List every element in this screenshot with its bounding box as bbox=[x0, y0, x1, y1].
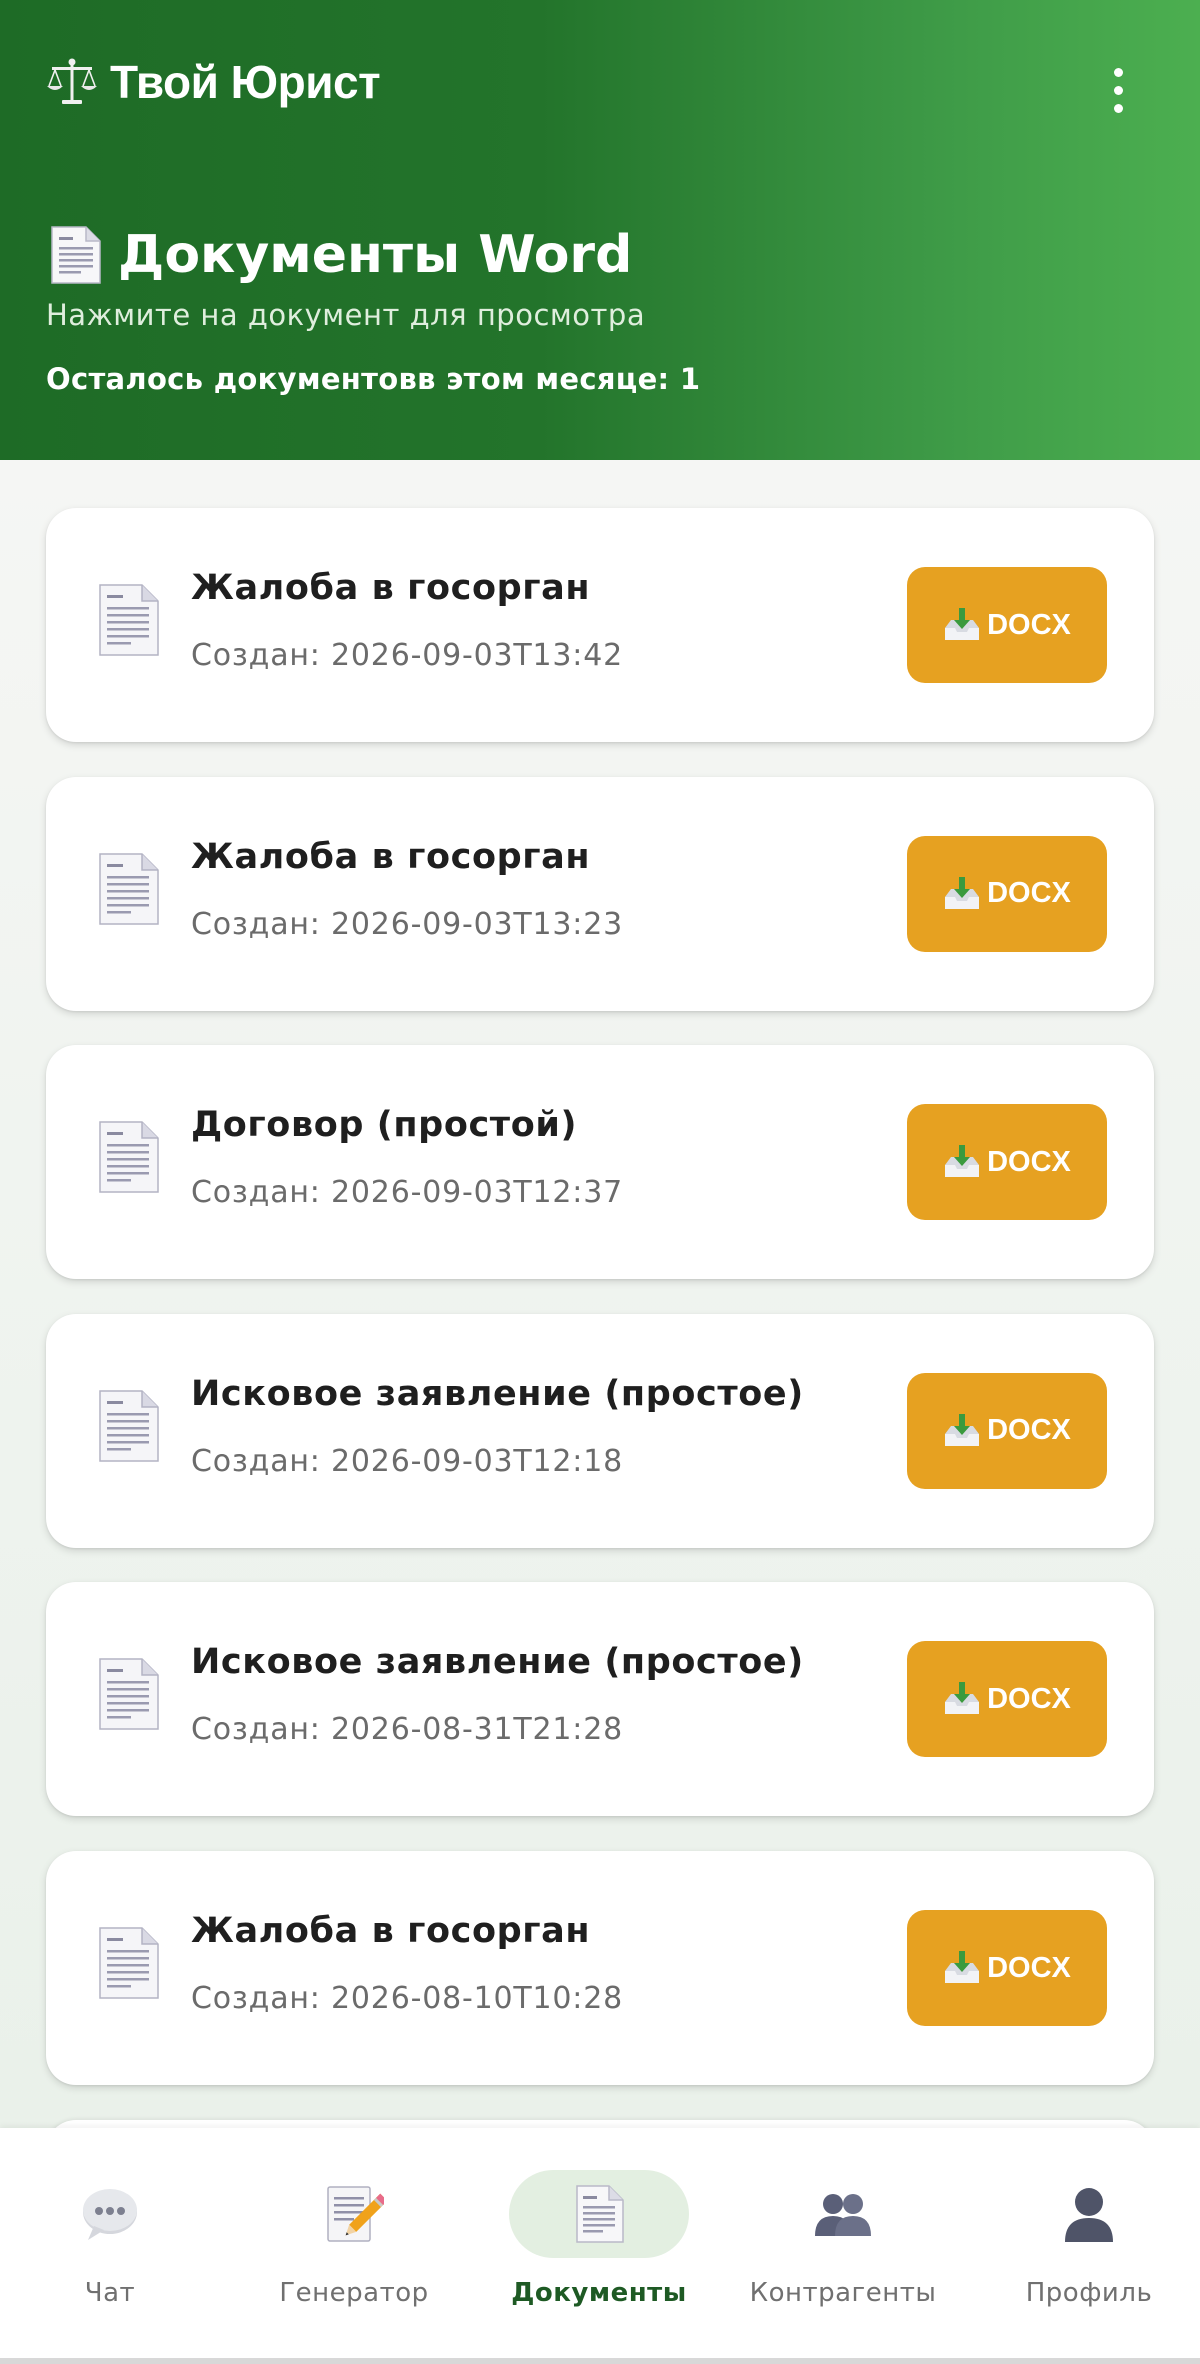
nav-item-generator[interactable]: Генератор bbox=[234, 2170, 474, 2330]
document-card[interactable]: Жалоба в госорган Создан: 2026-09-03T13:4… bbox=[46, 508, 1154, 742]
file-icon bbox=[96, 1657, 160, 1735]
chat-bubble-icon bbox=[20, 2170, 200, 2258]
file-icon bbox=[96, 583, 160, 661]
document-title: Жалоба в госорган bbox=[191, 1911, 591, 1951]
download-docx-label: DOCX bbox=[987, 877, 1071, 910]
download-docx-label: DOCX bbox=[987, 608, 1071, 641]
download-docx-button[interactable]: DOCX bbox=[907, 567, 1107, 683]
download-docx-label: DOCX bbox=[987, 1414, 1071, 1447]
memo-icon bbox=[264, 2170, 444, 2258]
download-docx-button[interactable]: DOCX bbox=[907, 1372, 1107, 1489]
nav-item-chat[interactable]: Чат bbox=[0, 2170, 230, 2330]
download-tray-icon bbox=[943, 876, 981, 911]
download-docx-label: DOCX bbox=[987, 1682, 1071, 1715]
bottom-edge bbox=[0, 2358, 1200, 2364]
scales-icon bbox=[46, 56, 98, 108]
app-title-text: Твой Юрист bbox=[110, 56, 381, 108]
header: Твой Юрист Документы Word Нажмите на док… bbox=[0, 0, 1200, 460]
document-card[interactable]: Жалоба в госорган Создан: 2026-08-10T10:2… bbox=[46, 1851, 1154, 2085]
download-docx-button[interactable]: DOCX bbox=[907, 1641, 1107, 1758]
download-docx-button[interactable]: DOCX bbox=[907, 1104, 1107, 1221]
quota-text: Осталось документовв этом месяце: 1 bbox=[46, 362, 701, 396]
page-title-text: Документы Word bbox=[118, 225, 633, 285]
file-icon bbox=[96, 852, 160, 930]
document-card[interactable]: Договор (простой) Создан: 2026-09-03T12:3… bbox=[46, 1045, 1154, 1280]
nav-label-generator: Генератор bbox=[279, 2278, 429, 2308]
file-icon bbox=[96, 1389, 160, 1467]
bottom-navigation: Чат Генератор Документы Контрагенты Проф… bbox=[0, 2128, 1200, 2364]
page-document-icon bbox=[46, 225, 104, 285]
document-title: Исковое заявление (простое) bbox=[191, 1642, 804, 1683]
nav-label-documents: Документы bbox=[511, 2278, 687, 2308]
page-title: Документы Word bbox=[46, 220, 632, 290]
people-icon bbox=[753, 2170, 933, 2258]
download-docx-label: DOCX bbox=[987, 1145, 1071, 1178]
file-icon bbox=[96, 1120, 160, 1198]
download-tray-icon bbox=[943, 608, 981, 642]
document-card[interactable]: Жалоба в госорган Создан: 2026-09-03T13:2… bbox=[46, 776, 1154, 1011]
document-date: Создан: 2026-09-03T13:23 bbox=[191, 906, 623, 942]
document-title: Исковое заявление (простое) bbox=[191, 1373, 804, 1414]
download-docx-button[interactable]: DOCX bbox=[907, 835, 1107, 952]
document-card[interactable]: Исковое заявление (простое) Создан: 2026-… bbox=[46, 1313, 1154, 1548]
download-tray-icon bbox=[943, 1413, 981, 1448]
document-date: Создан: 2026-09-03T12:18 bbox=[191, 1443, 623, 1479]
document-date: Создан: 2026-09-03T12:37 bbox=[191, 1175, 623, 1211]
download-tray-icon bbox=[943, 1951, 981, 1985]
nav-label-chat: Чат bbox=[84, 2278, 136, 2308]
more-menu-icon[interactable] bbox=[1100, 60, 1136, 120]
document-card[interactable]: Исковое заявление (простое) Создан: 2026-… bbox=[46, 1582, 1154, 1817]
nav-item-profile[interactable]: Профиль bbox=[969, 2170, 1200, 2330]
download-docx-button[interactable]: DOCX bbox=[907, 1910, 1107, 2026]
download-docx-label: DOCX bbox=[987, 1951, 1071, 1984]
download-tray-icon bbox=[943, 1145, 981, 1179]
nav-item-documents[interactable]: Документы bbox=[479, 2170, 719, 2330]
document-title: Жалоба в госорган bbox=[191, 568, 591, 608]
document-date: Создан: 2026-09-03T13:42 bbox=[191, 638, 623, 673]
document-icon bbox=[509, 2170, 689, 2258]
download-tray-icon bbox=[943, 1682, 981, 1716]
page-subtitle: Нажмите на документ для просмотра bbox=[46, 298, 646, 332]
app-title: Твой Юрист bbox=[46, 52, 381, 112]
document-date: Создан: 2026-08-10T10:28 bbox=[191, 1981, 623, 2016]
document-date: Создан: 2026-08-31T21:28 bbox=[191, 1712, 623, 1748]
nav-label-profile: Профиль bbox=[1025, 2278, 1153, 2308]
document-title: Договор (простой) bbox=[191, 1105, 578, 1146]
nav-label-counterparties: Контрагенты bbox=[749, 2278, 937, 2308]
document-title: Жалоба в госорган bbox=[191, 836, 591, 877]
nav-item-counterparties[interactable]: Контрагенты bbox=[723, 2170, 963, 2330]
file-icon bbox=[96, 1926, 160, 2004]
person-icon bbox=[999, 2170, 1179, 2258]
